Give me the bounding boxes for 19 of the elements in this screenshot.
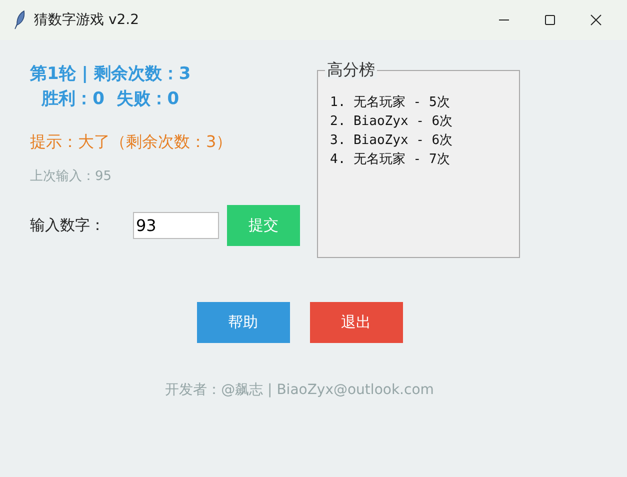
round-status: 第1轮 | 剩余次数：3 [30,63,191,86]
close-icon [590,14,602,26]
leaderboard-title: 高分榜 [325,61,377,79]
window-title: 猜数字游戏 v2.2 [34,10,139,30]
number-input-field[interactable]: 93 [133,212,219,238]
input-label: 输入数字： [30,214,106,236]
leaderboard-entry: 3. BiaoZyx - 6次 [330,132,454,150]
maximize-icon [544,14,556,26]
feather-icon [14,10,26,30]
action-button[interactable]: 退出 [310,302,402,343]
leaderboard-entry: 1. 无名玩家 - 5次 [330,94,451,112]
hint-text: 提示：大了（剩余次数：3） [30,131,234,153]
leaderboard-entry: 2. BiaoZyx - 6次 [330,113,454,131]
developer-credit: 开发者：@飙志 | BiaoZyx@outlook.com [165,381,434,400]
submit-button[interactable]: 提交 [227,204,300,246]
last-input-text: 上次输入：95 [30,168,113,186]
leaderboard-entry: 4. 无名玩家 - 7次 [330,151,451,169]
action-button[interactable]: 帮助 [196,302,290,343]
score-status: 胜利：0 失败：0 [42,88,180,111]
